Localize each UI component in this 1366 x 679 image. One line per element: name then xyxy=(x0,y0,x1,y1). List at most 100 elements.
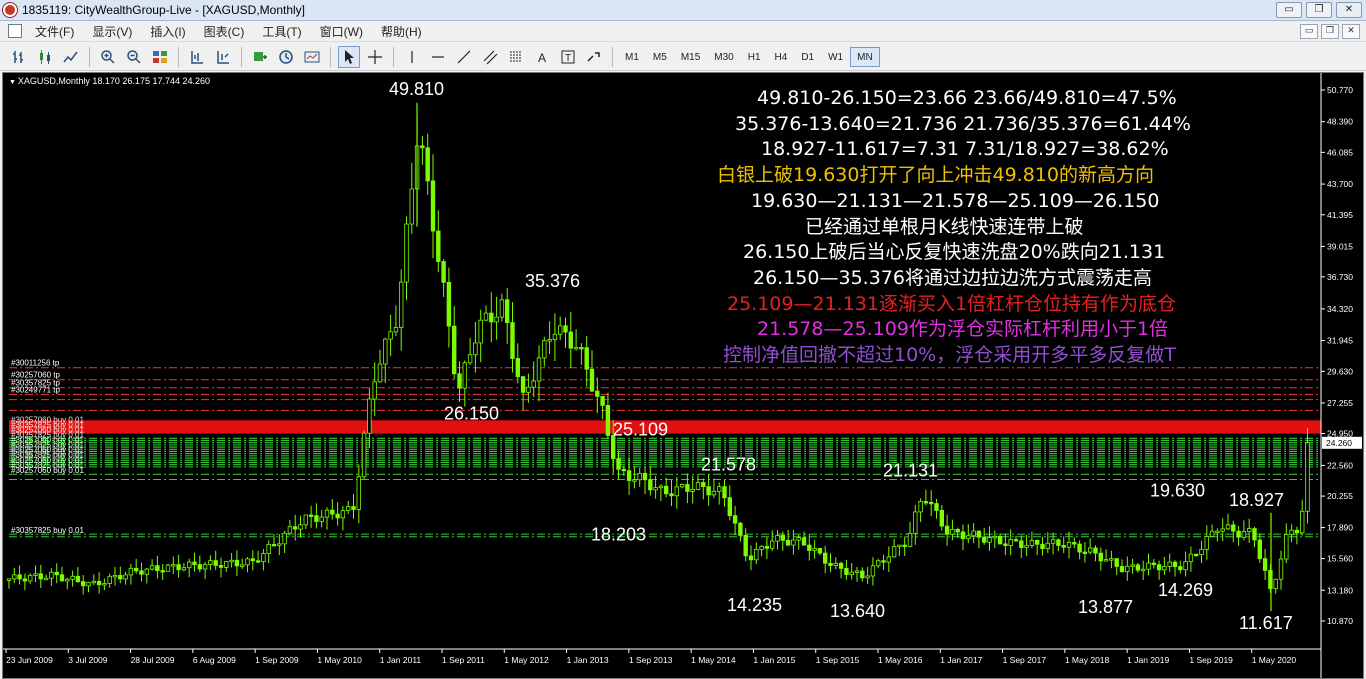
candle-body xyxy=(1077,543,1082,553)
price-level-label: 18.203 xyxy=(591,524,646,544)
chart-shift-icon[interactable] xyxy=(186,46,208,68)
candle-body xyxy=(929,501,934,505)
candle-body xyxy=(1098,552,1103,562)
channel-icon[interactable] xyxy=(479,46,501,68)
x-axis-tick-label: 1 May 2016 xyxy=(878,655,923,665)
candle-body xyxy=(282,532,287,545)
close-button[interactable]: ✕ xyxy=(1336,2,1362,18)
vertical-line-icon[interactable] xyxy=(401,46,423,68)
timeframe-m5-button[interactable]: M5 xyxy=(646,47,674,67)
candle-body xyxy=(33,573,38,576)
candle-body xyxy=(1289,529,1294,535)
candle-body xyxy=(1013,539,1019,542)
timeframe-h1-button[interactable]: H1 xyxy=(741,47,768,67)
chart-symbol-label: ▼ XAGUSD,Monthly 18.170 26.175 17.744 24… xyxy=(9,76,210,86)
timeframe-w1-button[interactable]: W1 xyxy=(821,47,850,67)
chart-annotation-text: 35.376-13.640=21.736 21.736/35.376=61.44… xyxy=(735,112,1191,135)
timeframe-m1-button[interactable]: M1 xyxy=(618,47,646,67)
candle-body xyxy=(817,547,823,554)
candle-body xyxy=(780,535,785,541)
candle-body xyxy=(669,493,674,497)
x-axis-tick-label: 1 May 2014 xyxy=(691,655,736,665)
candle-body xyxy=(1050,539,1056,544)
candle-body xyxy=(133,567,139,572)
candle-body xyxy=(838,562,844,569)
chart-annotation-text: 控制净值回撤不超过10%，浮仓采用开多平多反复做T xyxy=(723,344,1176,366)
x-axis-tick-label: 1 Sep 2019 xyxy=(1189,655,1233,665)
timeframe-m15-button[interactable]: M15 xyxy=(674,47,707,67)
price-level-label: 11.617 xyxy=(1239,613,1293,633)
candlestick-icon[interactable] xyxy=(34,46,56,68)
candle-body xyxy=(1300,510,1305,534)
chart-annotation-text: 26.150—35.376将通过边拉边洗方式震荡走高 xyxy=(753,266,1152,289)
zoom-in-icon[interactable] xyxy=(97,46,119,68)
candle-body xyxy=(1035,540,1040,545)
timeframe-m30-button[interactable]: M30 xyxy=(707,47,740,67)
candle-body xyxy=(1003,543,1008,546)
autoscroll-icon[interactable] xyxy=(212,46,234,68)
candle-body xyxy=(881,560,886,563)
menu-view[interactable]: 显示(V) xyxy=(83,23,141,40)
mdi-restore-button[interactable]: ❐ xyxy=(1321,24,1339,39)
candle-body xyxy=(1056,539,1061,546)
mdi-close-button[interactable]: ✕ xyxy=(1342,24,1360,39)
svg-text:A: A xyxy=(538,51,546,65)
mdi-minimize-button[interactable]: ▭ xyxy=(1300,24,1318,39)
candle-body xyxy=(1119,566,1125,573)
horizontal-line-icon[interactable] xyxy=(427,46,449,68)
indicators-icon[interactable] xyxy=(249,46,271,68)
candle-body xyxy=(457,373,462,389)
templates-icon[interactable] xyxy=(301,46,323,68)
timeframe-d1-button[interactable]: D1 xyxy=(794,47,821,67)
menu-file[interactable]: 文件(F) xyxy=(26,23,83,40)
y-axis-tick-label: 17.890 xyxy=(1327,523,1353,533)
chart-window[interactable]: #30011256 tp #30257060 tp #30357825 tp #302… xyxy=(2,72,1364,679)
candle-body xyxy=(49,571,54,579)
bar-chart-icon[interactable] xyxy=(8,46,30,68)
candle-body xyxy=(404,223,409,283)
cursor-arrow-icon[interactable] xyxy=(338,45,360,68)
candle-body xyxy=(992,535,997,539)
x-axis-tick-label: 1 May 2010 xyxy=(317,655,362,665)
menu-charts[interactable]: 图表(C) xyxy=(195,23,254,40)
line-chart-icon[interactable] xyxy=(60,46,82,68)
chart-ohlc-text: XAGUSD,Monthly 18.170 26.175 17.744 24.2… xyxy=(17,76,211,86)
candle-body xyxy=(1024,545,1029,548)
maximize-button[interactable]: ❐ xyxy=(1306,2,1332,18)
candle-body xyxy=(690,488,695,492)
fibonacci-icon[interactable] xyxy=(505,46,527,68)
y-axis-tick-label: 39.015 xyxy=(1327,241,1353,251)
timeframe-mn-button[interactable]: MN xyxy=(850,46,880,67)
trendline-icon[interactable] xyxy=(453,46,475,68)
chart-annotation-text: 19.630—21.131—21.578—25.109—26.150 xyxy=(751,189,1160,212)
zoom-out-icon[interactable] xyxy=(123,46,145,68)
candle-body xyxy=(764,546,770,549)
candle-body xyxy=(1188,553,1194,563)
menu-tools[interactable]: 工具(T) xyxy=(253,23,310,40)
candle-body xyxy=(409,188,414,225)
tile-windows-icon[interactable] xyxy=(149,46,171,68)
candle-body xyxy=(722,486,727,499)
text-tool-icon[interactable]: A xyxy=(531,46,553,68)
candle-body xyxy=(160,570,165,573)
menu-help[interactable]: 帮助(H) xyxy=(372,23,431,40)
arrows-icon[interactable] xyxy=(583,46,605,68)
text-label-icon[interactable]: T xyxy=(557,46,579,68)
minimize-button[interactable]: ▭ xyxy=(1276,2,1302,18)
candle-body xyxy=(844,567,849,575)
candle-body xyxy=(197,564,202,570)
buy-order-label: #30357825 buy 0.01 xyxy=(11,461,85,470)
candle-body xyxy=(234,559,240,567)
price-chart[interactable]: #30011256 tp#30257060 tp#30357825 tp#302… xyxy=(3,73,1363,678)
candle-body xyxy=(568,331,573,349)
candle-body xyxy=(1082,551,1088,554)
menu-window[interactable]: 窗口(W) xyxy=(311,23,372,40)
menu-insert[interactable]: 插入(I) xyxy=(141,23,194,40)
candle-body xyxy=(849,571,854,575)
app-logo-icon xyxy=(3,3,17,17)
candle-body xyxy=(526,386,531,393)
periodicity-clock-icon[interactable] xyxy=(275,46,297,68)
crosshair-icon[interactable] xyxy=(364,46,386,68)
candle-body xyxy=(632,479,637,482)
timeframe-h4-button[interactable]: H4 xyxy=(768,47,795,67)
